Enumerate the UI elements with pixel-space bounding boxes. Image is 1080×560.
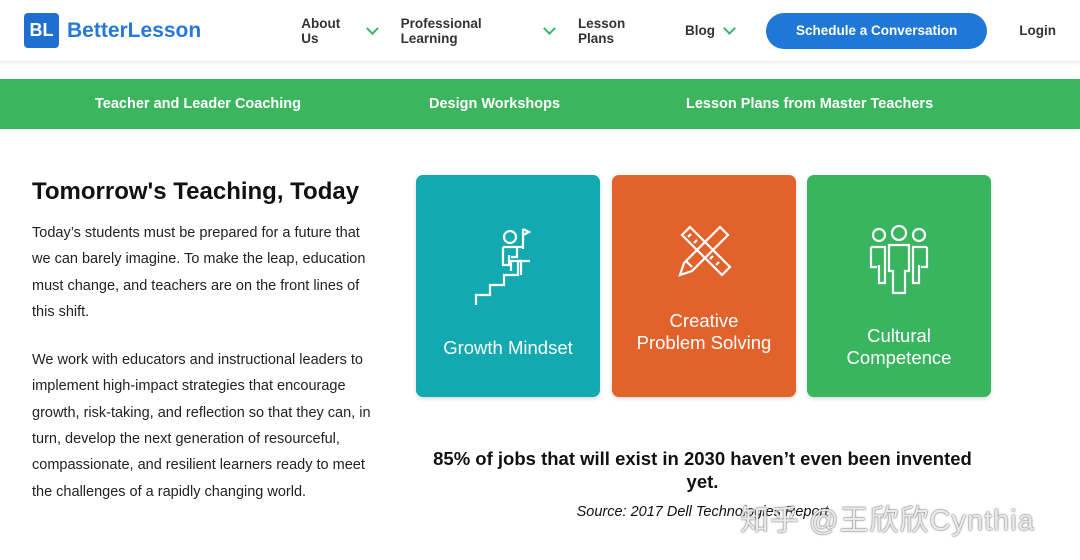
nav-lesson-plans[interactable]: Lesson Plans — [578, 16, 661, 46]
pencil-ruler-icon — [678, 225, 732, 277]
intro-section: Tomorrow's Teaching, Today Today’s stude… — [32, 178, 377, 527]
chevron-down-icon — [543, 21, 556, 35]
nav-label: About Us — [301, 15, 341, 46]
schedule-conversation-button[interactable]: Schedule a Conversation — [765, 12, 988, 49]
logo[interactable]: BL BetterLesson — [24, 13, 201, 48]
card-cultural-competence[interactable]: Cultural Competence — [807, 175, 991, 397]
subnav-lesson-plans[interactable]: Lesson Plans from Master Teachers — [686, 96, 933, 112]
card-creative-problem-solving[interactable]: Creative Problem Solving — [612, 175, 796, 397]
nav-blog[interactable]: Blog — [684, 21, 736, 38]
card-label-line2: Competence — [846, 347, 952, 368]
card-label-line1: Creative — [669, 310, 739, 331]
nav-about-us[interactable]: About Us — [301, 15, 379, 46]
intro-paragraph: We work with educators and instructional… — [32, 352, 371, 500]
main-nav: About Us Professional Learning Lesson Pl… — [301, 15, 736, 46]
chevron-down-icon — [723, 21, 736, 35]
login-link[interactable]: Login — [1019, 23, 1056, 38]
statistic-quote: 85% of jobs that will exist in 2030 have… — [433, 448, 972, 492]
chevron-down-icon — [366, 21, 379, 35]
card-growth-mindset[interactable]: Growth Mindset — [416, 175, 600, 397]
subnav-coaching[interactable]: Teacher and Leader Coaching — [95, 96, 301, 112]
nav-label: Blog — [684, 23, 715, 38]
watermark: 知乎 @王欣欣Cynthia — [740, 505, 1035, 537]
subnav-design-workshops[interactable]: Design Workshops — [429, 96, 560, 112]
stairs-climber-icon — [474, 228, 532, 305]
site-header: BL BetterLesson About Us Professional Le… — [0, 0, 1080, 62]
nav-label: Lesson Plans — [577, 15, 626, 46]
nav-professional-learning[interactable]: Professional Learning — [400, 15, 556, 46]
logo-mark: BL — [24, 13, 59, 48]
page-title: Tomorrow's Teaching, Today — [32, 178, 360, 205]
intro-paragraph: Today’s students must be prepared for a … — [32, 225, 366, 320]
card-label-line1: Cultural — [867, 325, 931, 346]
card-label-line2: Problem Solving — [636, 332, 772, 353]
sub-nav: Teacher and Leader Coaching Design Works… — [0, 79, 1080, 129]
people-group-icon — [869, 225, 929, 295]
card-label: Growth Mindset — [443, 337, 573, 358]
logo-text: BetterLesson — [67, 18, 202, 42]
nav-label: Professional Learning — [400, 15, 482, 46]
